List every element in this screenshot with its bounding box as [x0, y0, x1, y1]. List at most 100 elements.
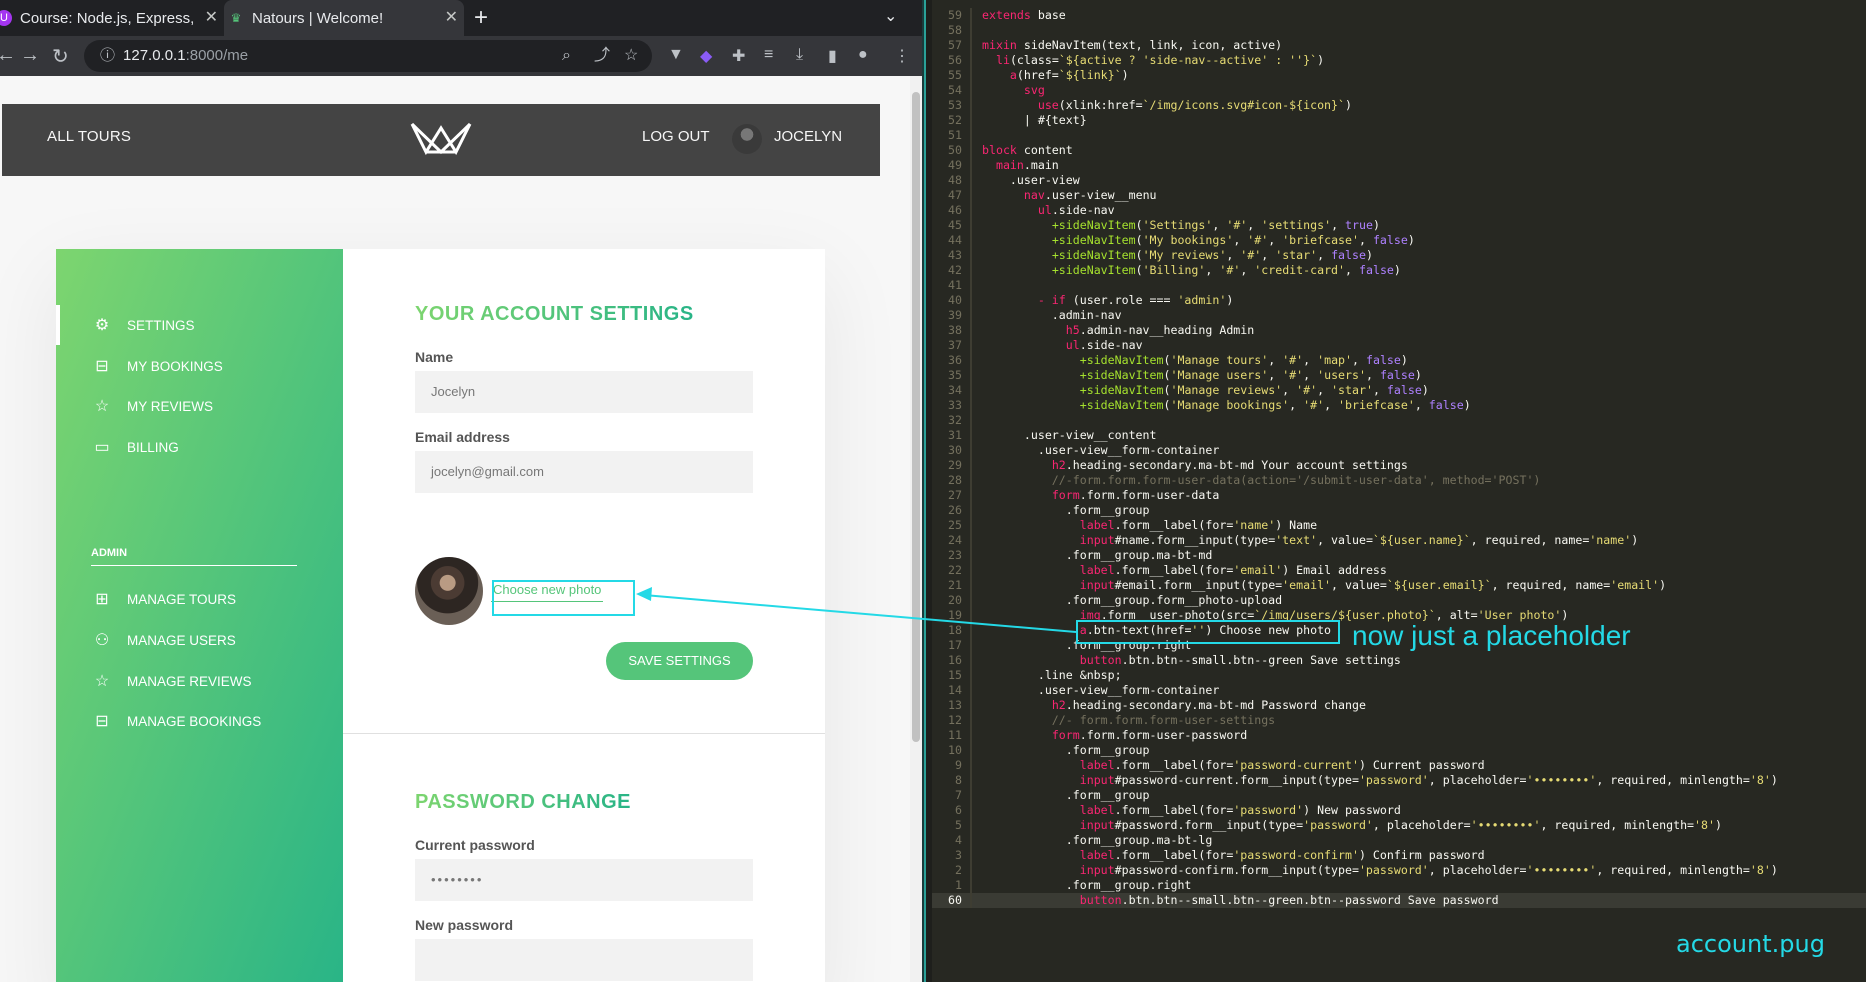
- code-line[interactable]: 52 | #{text}: [932, 113, 1866, 128]
- code-line[interactable]: 50 block content: [932, 143, 1866, 158]
- puzzle-icon[interactable]: ✚: [732, 46, 745, 66]
- side-nav-item-manage-bookings[interactable]: ⊟ Manage bookings: [56, 701, 343, 741]
- nav-all-tours-link[interactable]: All tours: [47, 128, 131, 145]
- code-line[interactable]: 22 label.form__label(for='email') Email …: [932, 563, 1866, 578]
- download-icon[interactable]: ⤓: [796, 46, 803, 64]
- new-password-input[interactable]: [415, 939, 753, 981]
- code-line[interactable]: 7 .form__group: [932, 788, 1866, 803]
- code-line[interactable]: 2 input#password-confirm.form__input(typ…: [932, 863, 1866, 878]
- code-line[interactable]: 55 a(href=`${link}`): [932, 68, 1866, 83]
- user-avatar[interactable]: [732, 124, 762, 154]
- code-line[interactable]: 21 input#email.form__input(type='email',…: [932, 578, 1866, 593]
- close-icon[interactable]: ✕: [205, 7, 218, 27]
- name-input[interactable]: Jocelyn: [415, 371, 753, 413]
- code-line[interactable]: 29 h2.heading-secondary.ma-bt-md Your ac…: [932, 458, 1866, 473]
- code-line[interactable]: 33 +sideNavItem('Manage bookings', '#', …: [932, 398, 1866, 413]
- scrollbar-thumb[interactable]: [912, 92, 920, 742]
- new-tab-icon[interactable]: +: [474, 4, 488, 32]
- side-nav-item-billing[interactable]: ▭ Billing: [56, 427, 343, 467]
- close-icon[interactable]: ✕: [445, 7, 458, 27]
- code-line[interactable]: 25 label.form__label(for='name') Name: [932, 518, 1866, 533]
- code-line[interactable]: 51: [932, 128, 1866, 143]
- side-nav-item-manage-tours[interactable]: ⊞ Manage tours: [56, 579, 343, 619]
- code-line[interactable]: 58: [932, 23, 1866, 38]
- code-line[interactable]: 6 label.form__label(for='password') New …: [932, 803, 1866, 818]
- code-line[interactable]: 16 button.btn.btn--small.btn--green Save…: [932, 653, 1866, 668]
- code-line[interactable]: 43 +sideNavItem('My reviews', '#', 'star…: [932, 248, 1866, 263]
- code-line[interactable]: 8 input#password-current.form__input(typ…: [932, 773, 1866, 788]
- extension-icon[interactable]: ◆: [700, 46, 712, 66]
- code-line[interactable]: 41: [932, 278, 1866, 293]
- code-line[interactable]: 39 .admin-nav: [932, 308, 1866, 323]
- code-line[interactable]: 23 .form__group.ma-bt-md: [932, 548, 1866, 563]
- info-icon[interactable]: ⓘ: [100, 47, 115, 64]
- forward-icon[interactable]: →: [20, 44, 40, 67]
- sidepanel-icon[interactable]: ▮: [828, 46, 837, 66]
- code-line[interactable]: 14 .user-view__form-container: [932, 683, 1866, 698]
- reload-icon[interactable]: ↻: [52, 44, 69, 69]
- side-nav-item-my-reviews[interactable]: ☆ My reviews: [56, 386, 343, 426]
- email-input[interactable]: jocelyn@gmail.com: [415, 451, 753, 493]
- code-line[interactable]: 27 form.form.form-user-data: [932, 488, 1866, 503]
- code-line[interactable]: 57 mixin sideNavItem(text, link, icon, ac…: [932, 38, 1866, 53]
- code-line[interactable]: 34 +sideNavItem('Manage reviews', '#', '…: [932, 383, 1866, 398]
- code-line[interactable]: 49 main.main: [932, 158, 1866, 173]
- code-line[interactable]: 56 li(class=`${active ? 'side-nav--activ…: [932, 53, 1866, 68]
- code-line[interactable]: 3 label.form__label(for='password-confir…: [932, 848, 1866, 863]
- code-line[interactable]: 60 button.btn.btn--small.btn--green.btn-…: [932, 893, 1866, 908]
- code-line[interactable]: 42 +sideNavItem('Billing', '#', 'credit-…: [932, 263, 1866, 278]
- current-password-input[interactable]: ••••••••: [415, 859, 753, 901]
- side-nav-item-manage-users[interactable]: ⚇ Manage users: [56, 620, 343, 660]
- code-line[interactable]: 53 use(xlink:href=`/img/icons.svg#icon-$…: [932, 98, 1866, 113]
- code-line[interactable]: 5 input#password.form__input(type='passw…: [932, 818, 1866, 833]
- code-line[interactable]: 46 ul.side-nav: [932, 203, 1866, 218]
- code-line[interactable]: 26 .form__group: [932, 503, 1866, 518]
- code-line[interactable]: 54 svg: [932, 83, 1866, 98]
- bookmark-star-icon[interactable]: ☆: [624, 40, 638, 72]
- profile-avatar[interactable]: ●: [858, 46, 868, 64]
- code-line[interactable]: 35 +sideNavItem('Manage users', '#', 'us…: [932, 368, 1866, 383]
- zoom-icon[interactable]: ⌕: [562, 40, 571, 72]
- tab-natours[interactable]: ♛ Natours | Welcome! ✕: [224, 0, 464, 36]
- code-line[interactable]: 24 input#name.form__input(type='text', v…: [932, 533, 1866, 548]
- share-icon[interactable]: ⤴: [594, 40, 610, 72]
- save-settings-button[interactable]: Save settings: [606, 642, 753, 680]
- code-line[interactable]: 45 +sideNavItem('Settings', '#', 'settin…: [932, 218, 1866, 233]
- code-line[interactable]: 12 //- form.form.form-user-settings: [932, 713, 1866, 728]
- side-nav-item-my-bookings[interactable]: ⊟ My bookings: [56, 346, 343, 386]
- code-line[interactable]: 28 //-form.form.form-user-data(action='/…: [932, 473, 1866, 488]
- code-line[interactable]: 1 .form__group.right: [932, 878, 1866, 893]
- code-line[interactable]: 20 .form__group.form__photo-upload: [932, 593, 1866, 608]
- code-line[interactable]: 4 .form__group.ma-bt-lg: [932, 833, 1866, 848]
- code-line[interactable]: 32: [932, 413, 1866, 428]
- chevron-down-icon[interactable]: ⌄: [884, 6, 897, 26]
- tab-udemy-course[interactable]: U Course: Node.js, Express, ✕: [0, 0, 224, 36]
- code-line[interactable]: 44 +sideNavItem('My bookings', '#', 'bri…: [932, 233, 1866, 248]
- code-line[interactable]: 37 ul.side-nav: [932, 338, 1866, 353]
- nav-logout-link[interactable]: Log out: [642, 128, 710, 145]
- reading-list-icon[interactable]: ≡: [764, 46, 773, 64]
- code-line[interactable]: 36 +sideNavItem('Manage tours', '#', 'ma…: [932, 353, 1866, 368]
- code-line[interactable]: 47 nav.user-view__menu: [932, 188, 1866, 203]
- code-line[interactable]: 15 .line &nbsp;: [932, 668, 1866, 683]
- side-nav-item-settings[interactable]: ⚙ Settings: [56, 305, 343, 345]
- code-line[interactable]: 13 h2.heading-secondary.ma-bt-md Passwor…: [932, 698, 1866, 713]
- back-icon[interactable]: ←: [0, 44, 16, 67]
- nav-user-name[interactable]: Jocelyn: [774, 128, 842, 145]
- code-line[interactable]: 48 .user-view: [932, 173, 1866, 188]
- code-line[interactable]: 30 .user-view__form-container: [932, 443, 1866, 458]
- code-line[interactable]: 59 extends base: [932, 8, 1866, 23]
- code-line[interactable]: 10 .form__group: [932, 743, 1866, 758]
- code-line[interactable]: 38 h5.admin-nav__heading Admin: [932, 323, 1866, 338]
- code-editor[interactable]: 59 extends base 58 57 mixin sideNavItem(text…: [932, 0, 1866, 982]
- address-bar[interactable]: ⓘ 127.0.0.1:8000/me ⌕ ⤴ ☆: [84, 40, 652, 72]
- page-scrollbar[interactable]: [910, 76, 922, 982]
- vue-extension-icon[interactable]: ▼: [668, 46, 684, 64]
- code-line[interactable]: 40 - if (user.role === 'admin'): [932, 293, 1866, 308]
- code-line[interactable]: 11 form.form.form-user-password: [932, 728, 1866, 743]
- side-nav-item-manage-reviews[interactable]: ☆ Manage reviews: [56, 661, 343, 701]
- menu-kebab-icon[interactable]: ⋮: [894, 46, 910, 66]
- natours-logo-icon[interactable]: [410, 120, 472, 156]
- code-line[interactable]: 31 .user-view__content: [932, 428, 1866, 443]
- code-line[interactable]: 9 label.form__label(for='password-curren…: [932, 758, 1866, 773]
